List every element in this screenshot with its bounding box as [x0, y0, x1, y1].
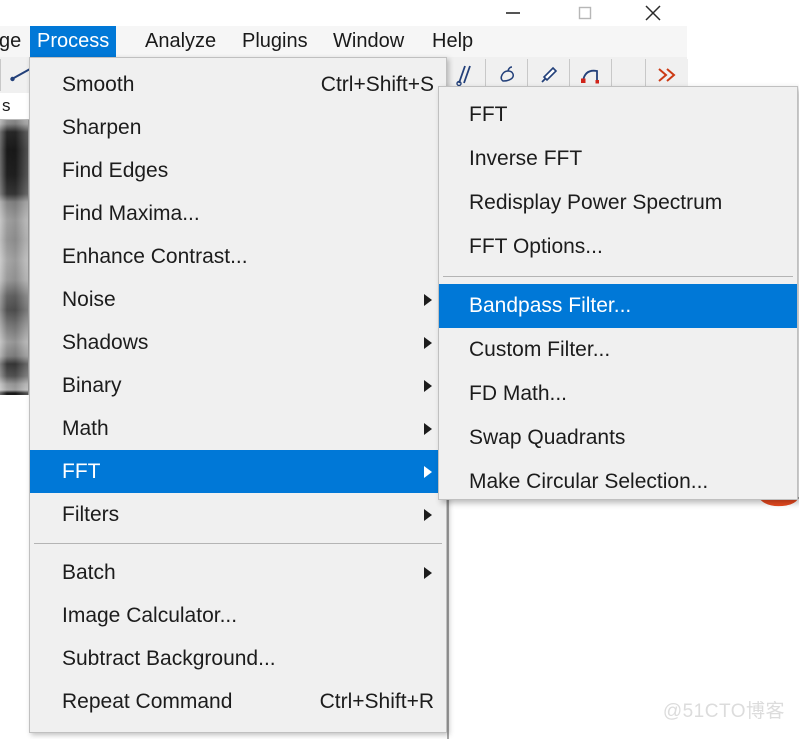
menu-item-find-maxima[interactable]: Find Maxima... [30, 192, 446, 235]
menu-item-find-edges[interactable]: Find Edges [30, 149, 446, 192]
menu-separator [34, 543, 442, 544]
submenu-item-label: Redisplay Power Spectrum [469, 191, 723, 214]
submenu-item-redisplay-power-spectrum[interactable]: Redisplay Power Spectrum [439, 181, 797, 225]
close-button[interactable] [630, 0, 676, 26]
menubar-item-label: ge [0, 30, 22, 52]
submenu-item-label: Inverse FFT [469, 147, 583, 170]
menu-item-accelerator: Ctrl+Shift+R [319, 689, 434, 713]
menu-item-label: Binary [62, 373, 122, 397]
menu-item-shadows[interactable]: Shadows [30, 321, 446, 364]
menu-item-image-calculator[interactable]: Image Calculator... [30, 594, 446, 637]
menu-item-label: Find Edges [62, 158, 169, 182]
menu-item-subtract-background[interactable]: Subtract Background... [30, 637, 446, 680]
submenu-item-fd-math[interactable]: FD Math... [439, 372, 797, 416]
chevron-right-icon [424, 566, 432, 579]
menu-item-sharpen[interactable]: Sharpen [30, 106, 446, 149]
menu-item-label: Repeat Command [62, 689, 233, 713]
menubar-item-plugins[interactable]: Plugins [235, 26, 315, 57]
menu-item-smooth[interactable]: Smooth Ctrl+Shift+S [30, 63, 446, 106]
menubar-item-label: Window [333, 30, 405, 52]
minimize-button[interactable] [490, 0, 536, 26]
menu-item-fft[interactable]: FFT [30, 450, 446, 493]
menubar-item-window[interactable]: Window [326, 26, 411, 57]
submenu-item-make-circular-selection[interactable]: Make Circular Selection... [439, 460, 797, 504]
chevron-right-icon [424, 422, 432, 435]
menu-item-label: Subtract Background... [62, 646, 276, 670]
wand-tool-icon [541, 66, 558, 83]
menubar-item-analyze[interactable]: Analyze [138, 26, 223, 57]
gel-image-preview [0, 120, 29, 395]
chevron-right-icon [424, 336, 432, 349]
menu-item-label: Find Maxima... [62, 201, 200, 225]
watermark: @51CTO博客 [662, 701, 785, 722]
menubar-item-label: Process [37, 30, 110, 52]
canvas-left-border [447, 497, 449, 739]
submenu-item-label: Custom Filter... [469, 338, 611, 361]
title-bar [0, 0, 799, 26]
chevron-right-icon [424, 508, 432, 521]
menubar-item-help[interactable]: Help [425, 26, 480, 57]
menu-item-binary[interactable]: Binary [30, 364, 446, 407]
status-text: s [0, 93, 30, 120]
maximize-button[interactable] [562, 0, 608, 26]
menu-item-label: Filters [62, 502, 120, 526]
menu-item-filters[interactable]: Filters [30, 493, 446, 536]
menu-item-label: Math [62, 416, 109, 440]
submenu-item-fft-options[interactable]: FFT Options... [439, 225, 797, 269]
menu-item-label: Sharpen [62, 115, 142, 139]
submenu-item-swap-quadrants[interactable]: Swap Quadrants [439, 416, 797, 460]
menubar-item-process[interactable]: Process [30, 26, 117, 57]
minimize-icon [506, 12, 520, 14]
submenu-item-label: FD Math... [469, 382, 568, 405]
menubar-item-image[interactable]: ge [0, 26, 28, 57]
submenu-item-bandpass-filter[interactable]: Bandpass Filter... [439, 284, 797, 328]
process-dropdown-menu: Smooth Ctrl+Shift+S Sharpen Find Edges F… [29, 57, 447, 733]
menubar-item-label: Analyze [145, 30, 217, 52]
menu-item-label: Shadows [62, 330, 149, 354]
submenu-item-fft[interactable]: FFT [439, 93, 797, 137]
menu-bar: ge Process Analyze Plugins Window Help [0, 26, 687, 58]
menu-item-label: Batch [62, 560, 116, 584]
dropper-tool-icon [500, 66, 514, 82]
chevron-double-right-icon [658, 68, 676, 82]
chevron-right-icon [424, 465, 432, 478]
chevron-right-icon [424, 293, 432, 306]
menu-item-noise[interactable]: Noise [30, 278, 446, 321]
menu-item-repeat-command[interactable]: Repeat Command Ctrl+Shift+R [30, 680, 446, 723]
menu-item-accelerator: Ctrl+Shift+S [320, 72, 434, 96]
fft-submenu: FFT Inverse FFT Redisplay Power Spectrum… [438, 86, 798, 500]
submenu-item-label: FFT [469, 103, 508, 126]
close-icon [645, 5, 661, 21]
menu-item-label: Enhance Contrast... [62, 244, 248, 268]
submenu-item-custom-filter[interactable]: Custom Filter... [439, 328, 797, 372]
menubar-item-label: Plugins [242, 30, 308, 52]
submenu-item-label: Bandpass Filter... [469, 294, 632, 317]
menu-item-math[interactable]: Math [30, 407, 446, 450]
chevron-right-icon [424, 379, 432, 392]
menu-item-batch[interactable]: Batch [30, 551, 446, 594]
segmented-line-tool-icon [581, 69, 599, 84]
menubar-item-label: Help [432, 30, 474, 52]
menu-item-label: Smooth [62, 72, 135, 96]
submenu-item-inverse-fft[interactable]: Inverse FFT [439, 137, 797, 181]
maximize-icon [578, 6, 592, 20]
submenu-separator [443, 276, 793, 277]
submenu-item-label: FFT Options... [469, 235, 603, 258]
submenu-item-label: Swap Quadrants [469, 426, 626, 449]
menu-item-label: Image Calculator... [62, 603, 238, 627]
angle-tool-icon [456, 65, 471, 87]
menu-item-enhance-contrast[interactable]: Enhance Contrast... [30, 235, 446, 278]
menu-item-label: FFT [62, 459, 101, 483]
submenu-item-label: Make Circular Selection... [469, 470, 709, 493]
imagej-application-window: ge Process Analyze Plugins Window Help s… [0, 0, 799, 739]
menu-item-label: Noise [62, 287, 116, 311]
